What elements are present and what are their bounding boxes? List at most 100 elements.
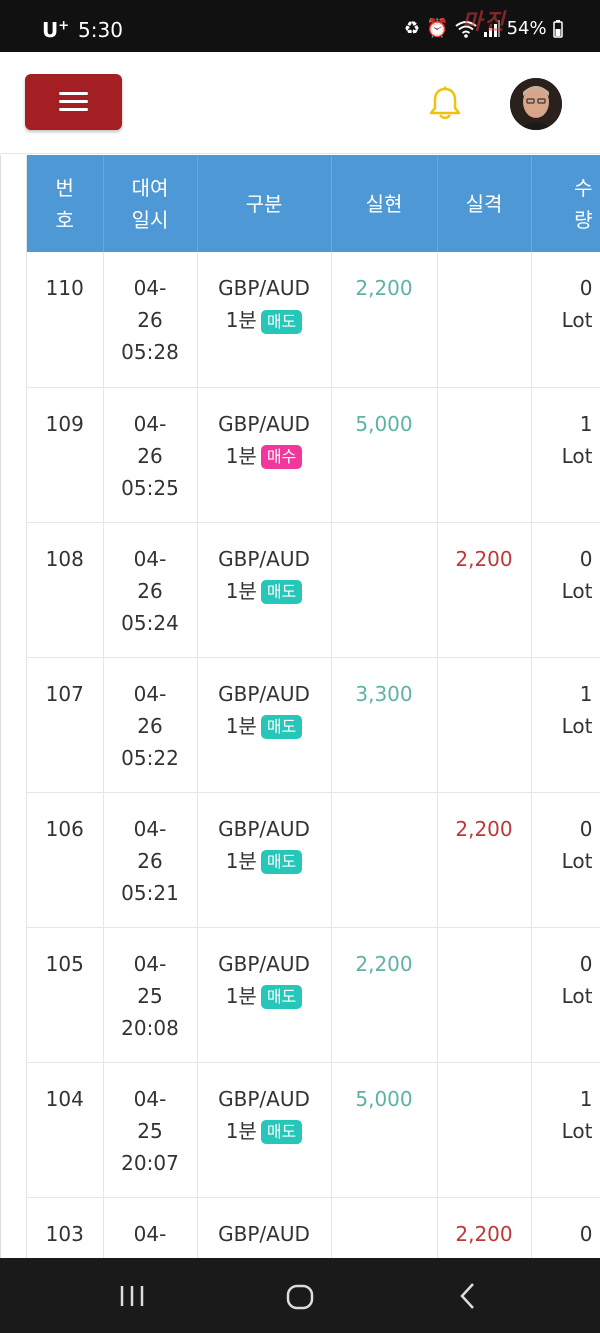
row-loss (437, 252, 532, 388)
row-number: 104 (27, 1062, 104, 1198)
row-date: 04- (103, 1197, 198, 1258)
currency-pair: GBP/AUD (218, 276, 310, 300)
row-type: GBP/AUD 1분 매도 (197, 927, 332, 1063)
table-row[interactable]: 107 04- 26 05:22 GBP/AUD 1분 매도 3,300 1 Lot (27, 657, 600, 793)
row-date: 04- 25 20:08 (103, 927, 198, 1063)
period-label: 1분 (225, 578, 257, 603)
table-row[interactable]: 110 04- 26 05:28 GBP/AUD 1분 매도 2,200 0 Lot (27, 252, 600, 388)
row-number: 108 (27, 522, 104, 658)
row-type: GBP/AUD 1분 매도 (197, 657, 332, 793)
row-date: 04- 25 20:07 (103, 1062, 198, 1198)
row-type: GBP/AUD 1분 매수 (197, 387, 332, 523)
side-badge: 매도 (260, 715, 303, 739)
bell-icon[interactable] (428, 86, 462, 122)
side-badge: 매도 (260, 850, 303, 874)
row-number: 109 (27, 387, 104, 523)
table-row[interactable]: 108 04- 26 05:24 GBP/AUD 1분 매도 2,200 0 Lot (27, 522, 600, 658)
row-quantity: 0 Lot (531, 522, 600, 658)
back-icon[interactable] (458, 1282, 478, 1310)
period-label: 1분 (225, 308, 257, 332)
trade-history-table-wrap[interactable]: 번호 대여 일시 구분 실현 실격 수량 110 04- 26 05:28 GBP/AUD… (0, 155, 600, 1258)
currency-pair: GBP/AUD (218, 1221, 310, 1246)
system-nav-bar (0, 1258, 600, 1333)
currency-pair: GBP/AUD (218, 1086, 310, 1111)
row-date: 04- 26 05:28 (103, 252, 198, 388)
row-type: GBP/AUD 1분 매도 (197, 252, 332, 388)
row-realized: 5,000 (331, 387, 438, 523)
avatar[interactable] (510, 78, 562, 130)
table-row[interactable]: 103 04- GBP/AUD 2,200 0 (27, 1197, 600, 1258)
home-icon[interactable] (286, 1284, 314, 1310)
status-bar: U+ 5:30 ♻ ⏰ 54% 마진 (0, 0, 600, 52)
status-time: 5:30 (78, 18, 123, 42)
carrier-label: U+ (42, 18, 70, 42)
row-quantity: 0 (531, 1197, 600, 1258)
user-avatar-icon (510, 78, 562, 130)
row-quantity: 1 Lot (531, 1062, 600, 1198)
row-number: 105 (27, 927, 104, 1063)
row-date: 04- 26 05:21 (103, 792, 198, 928)
app-header (0, 52, 600, 154)
table-row[interactable]: 106 04- 26 05:21 GBP/AUD 1분 매도 2,200 0 Lot (27, 792, 600, 928)
table-row[interactable]: 104 04- 25 20:07 GBP/AUD 1분 매도 5,000 1 Lot (27, 1062, 600, 1198)
currency-pair: GBP/AUD (218, 951, 310, 976)
period-label: 1분 (225, 1118, 257, 1143)
currency-pair: GBP/AUD (218, 681, 310, 706)
hamburger-icon (59, 108, 88, 111)
alarm-icon: ⏰ (426, 18, 449, 39)
header-realized: 실현 (331, 155, 438, 252)
menu-button[interactable] (25, 74, 122, 130)
side-badge: 매도 (260, 580, 303, 604)
row-number: 110 (27, 252, 104, 388)
period-label: 1분 (225, 443, 257, 468)
period-label: 1분 (225, 848, 257, 873)
row-type: GBP/AUD 1분 매도 (197, 522, 332, 658)
recycle-icon: ♻ (404, 18, 421, 39)
row-loss (437, 387, 532, 523)
row-loss (437, 657, 532, 793)
row-date: 04- 26 05:24 (103, 522, 198, 658)
side-badge: 매도 (260, 985, 303, 1009)
row-realized: 2,200 (331, 927, 438, 1063)
header-type: 구분 (197, 155, 332, 252)
header-quantity: 수량 (531, 155, 600, 252)
left-margin (1, 155, 27, 1258)
period-label: 1분 (225, 983, 257, 1008)
header-loss: 실격 (437, 155, 532, 252)
side-badge: 매수 (260, 445, 303, 469)
row-realized (331, 792, 438, 928)
row-loss (437, 927, 532, 1063)
row-number: 106 (27, 792, 104, 928)
row-quantity: 1 Lot (531, 657, 600, 793)
row-realized: 3,300 (331, 657, 438, 793)
row-loss: 2,200 (437, 792, 532, 928)
table-row[interactable]: 109 04- 26 05:25 GBP/AUD 1분 매수 5,000 1 Lot (27, 387, 600, 523)
row-number: 103 (27, 1197, 104, 1258)
side-badge: 매도 (260, 1120, 303, 1144)
row-realized: 5,000 (331, 1062, 438, 1198)
period-label: 1분 (225, 713, 257, 738)
currency-pair: GBP/AUD (218, 816, 310, 841)
hamburger-icon (59, 100, 88, 103)
row-number: 107 (27, 657, 104, 793)
trade-history-table: 번호 대여 일시 구분 실현 실격 수량 110 04- 26 05:28 GBP/AUD… (27, 155, 600, 1258)
row-loss (437, 1062, 532, 1198)
table-header-row: 번호 대여 일시 구분 실현 실격 수량 (27, 155, 600, 252)
row-quantity: 0 Lot (531, 252, 600, 388)
row-date: 04- 26 05:22 (103, 657, 198, 793)
row-type: GBP/AUD 1분 매도 (197, 792, 332, 928)
row-realized (331, 522, 438, 658)
row-realized (331, 1197, 438, 1258)
currency-pair: GBP/AUD (218, 411, 310, 436)
watermark-logo: 마진 (462, 9, 507, 35)
row-date: 04- 26 05:25 (103, 387, 198, 523)
table-row[interactable]: 105 04- 25 20:08 GBP/AUD 1분 매도 2,200 0 Lot (27, 927, 600, 1063)
header-number: 번호 (27, 155, 104, 252)
row-type: GBP/AUD (197, 1197, 332, 1258)
header-date: 대여 일시 (103, 155, 198, 252)
side-badge: 매도 (260, 309, 303, 334)
recent-apps-icon[interactable] (118, 1284, 146, 1308)
row-quantity: 1 Lot (531, 387, 600, 523)
row-quantity: 0 Lot (531, 792, 600, 928)
row-realized: 2,200 (331, 252, 438, 388)
